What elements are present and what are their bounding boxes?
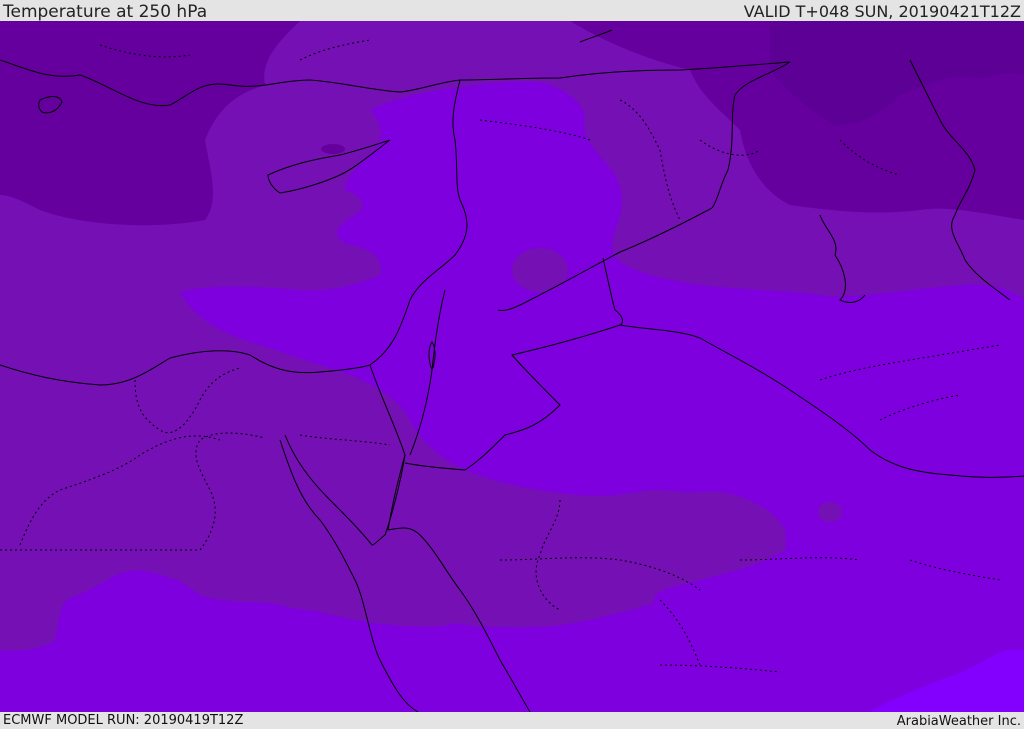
temperature-map[interactable] bbox=[0, 21, 1024, 712]
temperature-pocket-gulf bbox=[512, 248, 568, 292]
header-bar: Temperature at 250 hPa VALID T+048 SUN, … bbox=[0, 0, 1024, 21]
map-title: Temperature at 250 hPa bbox=[3, 2, 208, 22]
temperature-pocket-cyprus bbox=[321, 144, 345, 154]
model-run-label: ECMWF MODEL RUN: 20190419T12Z bbox=[3, 713, 244, 728]
credit-label: ArabiaWeather Inc. bbox=[896, 714, 1021, 729]
temperature-pocket-iraq bbox=[818, 502, 842, 522]
valid-time-label: VALID T+048 SUN, 20190421T12Z bbox=[743, 2, 1021, 21]
footer-bar: ECMWF MODEL RUN: 20190419T12Z ArabiaWeat… bbox=[0, 712, 1024, 729]
map-panel[interactable] bbox=[0, 21, 1024, 712]
